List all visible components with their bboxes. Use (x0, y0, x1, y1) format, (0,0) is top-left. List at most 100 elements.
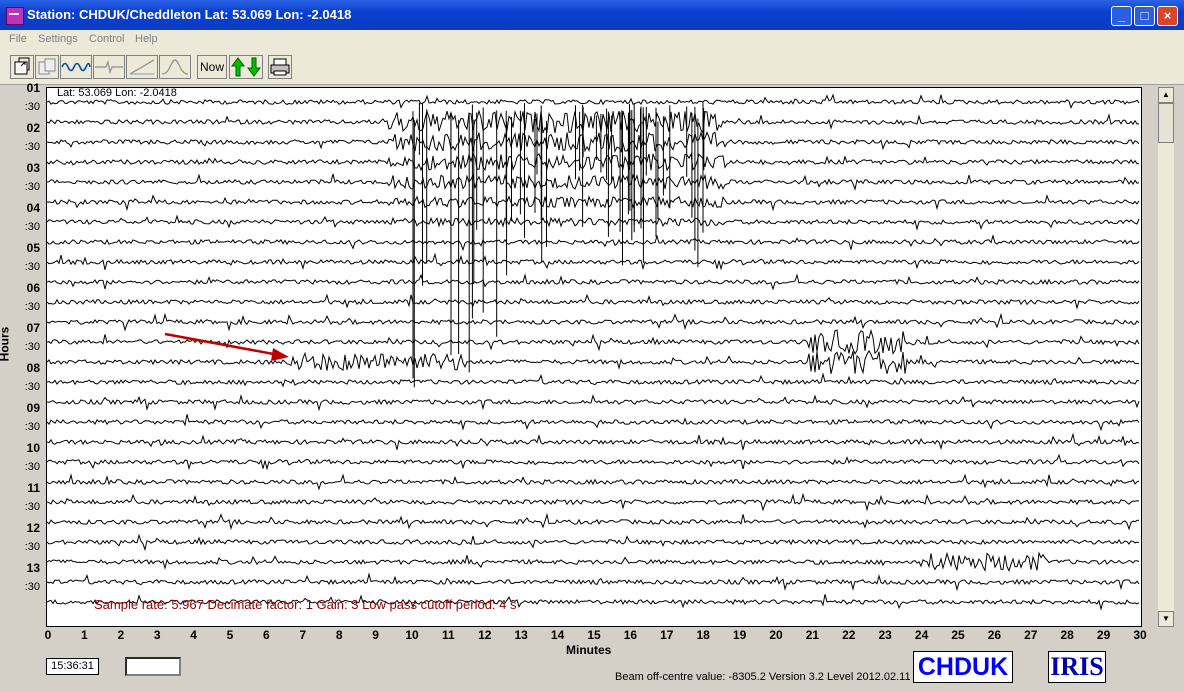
y-axis-title: Hours (0, 320, 17, 370)
x-label: 24 (914, 628, 929, 642)
trace-line (47, 234, 1140, 252)
x-label: 6 (263, 628, 270, 642)
scroll-thumb[interactable] (1158, 103, 1174, 143)
menu-bar: File Settings Control Help (0, 30, 1184, 50)
maximize-button[interactable]: □ (1134, 6, 1155, 26)
blank-input-field[interactable] (125, 657, 181, 676)
x-label: 4 (190, 628, 197, 642)
x-label: 21 (805, 628, 820, 642)
y-label: :30 (24, 221, 40, 233)
y-axis-title-text: Hours (0, 326, 12, 362)
arrow-annotation (164, 332, 280, 357)
x-label: 2 (117, 628, 125, 642)
y-label: :30 (24, 181, 40, 193)
close-button[interactable]: × (1157, 6, 1178, 26)
x-label: 5 (226, 628, 234, 642)
y-label: :30 (24, 101, 40, 113)
y-label: :30 (24, 141, 40, 153)
trace-line (47, 551, 1140, 573)
plot-latlon-label: Lat: 53.069 Lon: -2.0418 (57, 87, 177, 99)
x-label: 8 (335, 628, 343, 642)
y-label: 05 (26, 241, 40, 255)
title-bar[interactable]: Station: CHDUK/Cheddleton Lat: 53.069 Lo… (0, 0, 1184, 30)
x-label: 3 (153, 628, 161, 642)
x-label: 0 (44, 628, 52, 642)
x-label: 11 (442, 628, 455, 642)
trace-line (47, 473, 1140, 491)
trace-line (47, 252, 1140, 271)
trace-line (47, 432, 1140, 450)
menu-settings[interactable]: Settings (38, 33, 78, 45)
x-label: 16 (623, 628, 638, 642)
x-label: 29 (1096, 628, 1111, 642)
y-label: 02 (26, 121, 40, 135)
open-icon[interactable] (10, 55, 34, 79)
trace-line (47, 214, 1140, 231)
trace-line (47, 349, 1140, 375)
y-label: 01 (26, 81, 40, 95)
window-title: Station: CHDUK/Cheddleton Lat: 53.069 Lo… (27, 7, 352, 22)
trace-line (47, 492, 1140, 512)
app-icon[interactable] (6, 7, 24, 25)
scroll-down-button[interactable]: ▼ (1158, 611, 1174, 627)
x-label: 30 (1133, 628, 1147, 642)
x-label: 25 (951, 628, 965, 642)
menu-file[interactable]: File (9, 33, 27, 45)
flat-trace-icon[interactable] (93, 55, 125, 79)
y-label: 12 (26, 521, 40, 535)
x-label: 26 (987, 628, 1002, 642)
copy-icon[interactable] (35, 55, 59, 79)
x-label: 19 (732, 628, 747, 642)
arrow-head (271, 348, 289, 361)
status-text: Beam off-centre value: -8305.2 Version 3… (615, 671, 911, 683)
x-label: 27 (1024, 628, 1038, 642)
x-label: 18 (696, 628, 710, 642)
x-label: 1 (81, 628, 88, 642)
y-label: :30 (24, 541, 40, 553)
bell-curve-icon[interactable] (159, 55, 191, 79)
trace-line (47, 152, 1140, 172)
ramp-icon[interactable] (126, 55, 158, 79)
x-label: 28 (1060, 628, 1074, 642)
y-label: 06 (26, 281, 40, 295)
iris-logo: IRIS (1048, 651, 1106, 683)
up-down-arrows-icon[interactable] (229, 55, 263, 79)
minimize-button[interactable]: _ (1111, 6, 1132, 26)
y-label: 09 (26, 401, 40, 415)
scroll-up-button[interactable]: ▲ (1158, 87, 1174, 103)
x-label: 17 (660, 628, 674, 642)
now-button[interactable]: Now (197, 55, 227, 79)
time-display: 15:36:31 (46, 658, 99, 675)
menu-help[interactable]: Help (135, 33, 158, 45)
x-label: 10 (405, 628, 419, 642)
toolbar: Now (0, 50, 1184, 85)
app-window: Station: CHDUK/Cheddleton Lat: 53.069 Lo… (0, 0, 1184, 692)
y-label: 04 (26, 201, 40, 215)
y-label: :30 (24, 461, 40, 473)
seismogram-plot[interactable] (46, 87, 1142, 627)
y-label: :30 (24, 301, 40, 313)
trace-line (47, 572, 1140, 592)
chduk-logo: CHDUK (913, 651, 1013, 683)
trace-line (47, 312, 1140, 332)
y-label: 03 (26, 161, 40, 175)
trace-line (47, 273, 1140, 291)
y-label: 10 (26, 441, 40, 455)
trace-line (47, 512, 1140, 531)
trace-line (47, 293, 1140, 310)
wave-icon[interactable] (60, 55, 92, 79)
x-label: 14 (550, 628, 565, 642)
trace-line (47, 453, 1140, 471)
print-icon[interactable] (268, 55, 292, 79)
trace-line (47, 194, 1140, 212)
x-axis-title: Minutes (566, 643, 612, 657)
y-label: :30 (24, 421, 40, 433)
vertical-scrollbar[interactable]: ▲ ▼ (1158, 87, 1174, 627)
x-label: 12 (478, 628, 492, 642)
y-label: :30 (24, 381, 40, 393)
x-label: 22 (842, 628, 856, 642)
menu-control[interactable]: Control (89, 33, 124, 45)
trace-line (47, 130, 1140, 154)
x-label: 23 (878, 628, 892, 642)
x-label: 7 (299, 628, 307, 642)
